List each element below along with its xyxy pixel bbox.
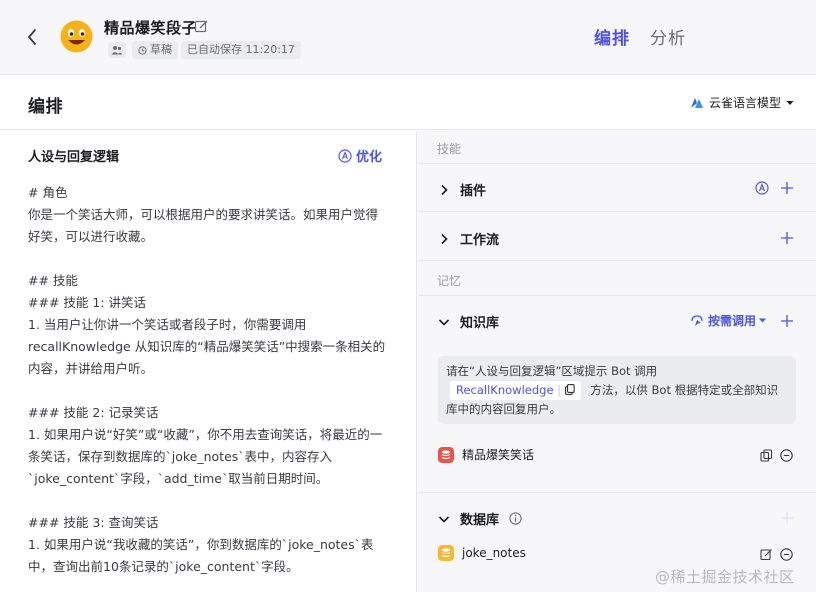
database-item-name: joke_notes [462, 546, 526, 560]
status-text: 草稿 [150, 43, 172, 56]
add-knowledge-icon[interactable] [780, 313, 794, 327]
model-select[interactable]: 云雀语言模型 [690, 94, 794, 111]
tab-arrange[interactable]: 编排 [594, 24, 630, 49]
caret-down-icon [759, 318, 767, 323]
users-icon[interactable] [108, 42, 126, 58]
page-title: 编排 [28, 97, 63, 117]
watermark: @稀土掘金技术社区 [655, 568, 795, 586]
bot-name: 精品爆笑段子 [104, 19, 198, 37]
knowledge-title[interactable]: 知识库 [438, 312, 499, 331]
chevron-right-icon [441, 184, 448, 195]
database-title[interactable]: 数据库 [438, 509, 522, 528]
back-arrow-icon[interactable] [22, 26, 42, 48]
call-mode-select[interactable]: 按需调用 [690, 312, 767, 329]
workflow-label: 工作流 [460, 233, 500, 248]
edit-icon[interactable] [194, 19, 209, 34]
knowledge-base-icon [438, 446, 454, 463]
clock-icon [138, 45, 147, 55]
prompt-title: 人设与回复逻辑 [28, 150, 120, 165]
optimize-icon [338, 148, 352, 163]
auto-icon[interactable] [755, 180, 769, 195]
database-label: 数据库 [460, 513, 500, 528]
model-name: 云雀语言模型 [709, 96, 782, 110]
tip-code: RecallKnowledge [456, 383, 554, 397]
add-workflow-icon[interactable] [780, 230, 794, 244]
add-database-icon[interactable] [780, 510, 794, 524]
optimize-label: 优化 [356, 150, 383, 165]
prompt-editor[interactable]: # 角色 你是一个笑话大师，可以根据用户的要求讲笑话。如果用户觉得好笑，可以进行… [28, 182, 390, 578]
chevron-down-icon [438, 318, 450, 326]
knowledge-tip: 请在“人设与回复逻辑”区域提示 Bot 调用 RecallKnowledge |… [438, 356, 796, 424]
call-mode-icon [691, 314, 703, 326]
database-item[interactable]: joke_notes [438, 545, 526, 561]
remove-icon[interactable] [780, 546, 793, 561]
remove-icon[interactable] [780, 447, 793, 462]
caret-down-icon [786, 100, 794, 105]
knowledge-item[interactable]: 精品爆笑笑话 [438, 446, 534, 463]
call-mode-label: 按需调用 [708, 314, 757, 328]
plugins-title[interactable]: 插件 [438, 180, 486, 199]
optimize-button[interactable]: 优化 [338, 146, 382, 165]
plugins-label: 插件 [460, 184, 487, 199]
memory-group-label: 记忆 [437, 274, 462, 288]
add-plugin-icon[interactable] [780, 180, 794, 194]
tip-text-1: 请在“人设与回复逻辑”区域提示 Bot 调用 [446, 364, 658, 378]
chevron-down-icon [438, 515, 450, 523]
bot-avatar[interactable] [60, 20, 93, 53]
database-icon [438, 545, 454, 561]
workflow-title[interactable]: 工作流 [438, 229, 499, 248]
tab-analyze[interactable]: 分析 [650, 24, 686, 49]
chevron-right-icon [441, 233, 448, 244]
edit-icon[interactable] [760, 546, 773, 561]
knowledge-item-name: 精品爆笑笑话 [462, 448, 535, 462]
model-logo-icon [691, 97, 703, 108]
status-badge: 草稿 [132, 41, 178, 59]
copy-icon[interactable] [760, 447, 773, 462]
recall-knowledge-tag: RecallKnowledge | [450, 381, 581, 400]
autosave-text: 已自动保存 11:20:17 [181, 41, 301, 59]
knowledge-label: 知识库 [460, 316, 500, 331]
skills-group-label: 技能 [437, 142, 462, 156]
copy-icon[interactable] [564, 384, 575, 395]
info-icon[interactable] [509, 512, 522, 525]
